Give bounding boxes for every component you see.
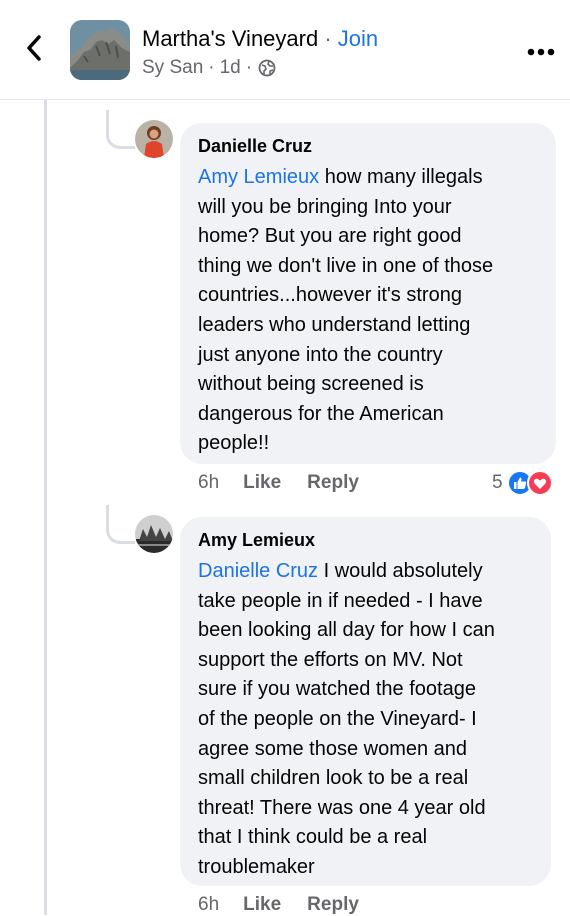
comment-bubble: Amy Lemieux Danielle Cruz I would absolu… [180,517,551,886]
meta-separator: · [208,57,215,78]
post-header: Martha's Vineyard · Join Sy San · 1d · [0,0,570,100]
comment-author[interactable]: Amy Lemieux [198,529,533,551]
like-button[interactable]: Like [243,472,281,494]
comment-bubble: Danielle Cruz Amy Lemieux how many illeg… [180,123,556,464]
comment-line: just anyone into the country [198,343,443,366]
avatar[interactable] [135,120,173,158]
comment-line: that I think could be a real [198,826,428,849]
comment-text: Danielle Cruz I would absolutely take pe… [198,557,533,883]
comment-actions: 6h Like Reply [198,472,385,494]
back-button[interactable] [20,30,50,66]
like-button[interactable]: Like [243,894,281,916]
comment-line: take people in if needed - I have [198,589,483,612]
comment-line: troublemaker [198,855,315,878]
comment-line: threat! There was one 4 year old [198,796,486,819]
group-avatar[interactable] [70,20,130,80]
comment-line: thing we don't live in one of those [198,254,494,277]
reply-button[interactable]: Reply [307,472,359,494]
thread-line [44,100,47,915]
comment-actions: 6h Like Reply [198,894,385,916]
comment-line: home? But you are right good [198,225,462,248]
group-name[interactable]: Martha's Vineyard [142,26,318,51]
comment-time[interactable]: 6h [198,472,219,494]
group-title-row: Martha's Vineyard · Join [142,26,378,52]
love-icon [526,470,553,496]
globe-icon [258,59,276,77]
header-divider [0,99,570,100]
mention-link[interactable]: Danielle Cruz [198,560,318,582]
avatar[interactable] [135,515,173,553]
post-time[interactable]: 1d [220,57,241,79]
comment-line: of the people on the Vineyard- I [198,707,477,730]
comment-line: support the efforts on MV. Not [198,648,463,671]
reply-button[interactable]: Reply [307,894,359,916]
comment-line: leaders who understand letting [198,313,471,336]
reaction-summary[interactable]: 5 [492,470,553,496]
reply-connector [106,110,135,149]
reaction-count: 5 [492,472,503,493]
comment-line: how many illegals [319,166,483,188]
profile-photo [135,120,173,158]
comment-line: without being screened is [198,373,424,396]
more-options-button[interactable] [526,44,556,56]
comment-line: been looking all day for how I can [198,619,495,642]
comment-line: people!! [198,432,270,455]
comment-author[interactable]: Danielle Cruz [198,135,538,157]
comment-line: agree some those women and [198,737,468,760]
reply-connector [106,505,135,544]
join-button[interactable]: Join [338,26,378,51]
comment-line: small children look to be a real [198,767,469,790]
rock-cliff-image [70,20,130,80]
comment-time[interactable]: 6h [198,894,219,916]
title-separator: · [324,26,332,51]
comment-line: countries...however it's strong [198,284,462,307]
meta-separator-2: · [245,57,253,78]
comment-line: sure if you watched the footage [198,678,476,701]
comment-line: will you be bringing Into your [198,195,452,218]
post-author[interactable]: Sy San [142,57,203,79]
mention-link[interactable]: Amy Lemieux [198,166,319,188]
chevron-left-icon [27,35,41,61]
comment-line: I would absolutely [318,560,483,582]
profile-photo [135,515,173,553]
more-horizontal-icon [527,48,555,56]
comment-text: Amy Lemieux how many illegals will you b… [198,163,538,459]
comment-line: dangerous for the American [198,402,444,425]
post-meta: Sy San · 1d · [142,57,276,79]
